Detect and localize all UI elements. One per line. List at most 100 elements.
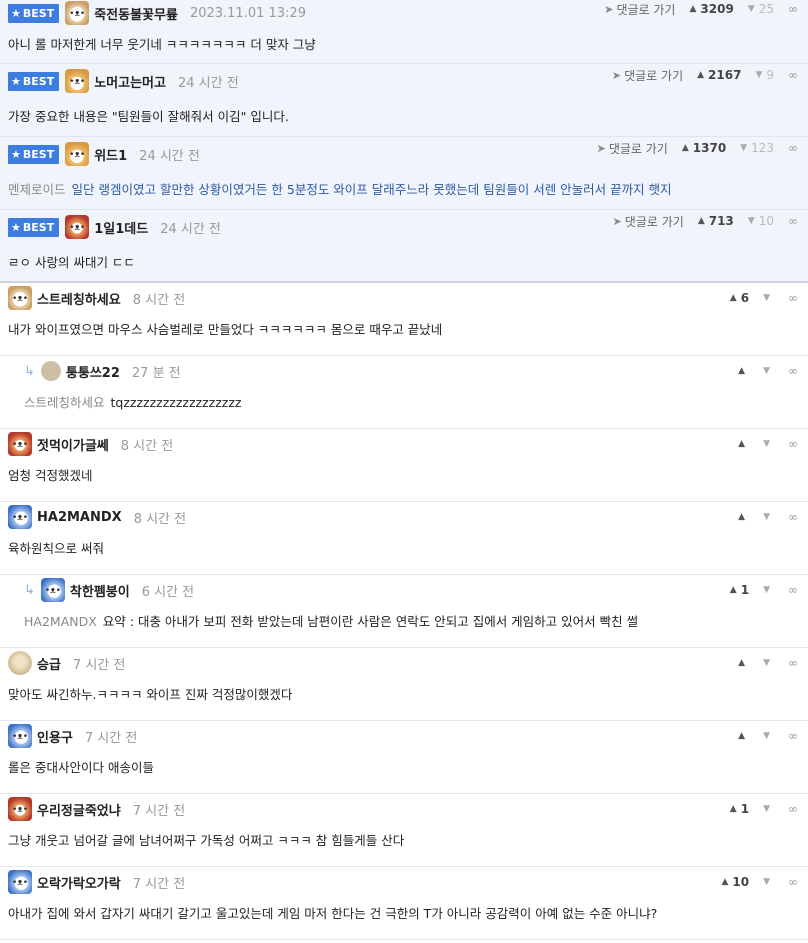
dislike-button[interactable]: ▼ bbox=[763, 804, 774, 814]
reply-arrow-icon: ↳ bbox=[24, 363, 35, 379]
dislike-button[interactable]: ▼ bbox=[763, 658, 774, 668]
like-button[interactable]: ▲ bbox=[738, 366, 749, 376]
link-icon[interactable]: ∞ bbox=[788, 68, 798, 82]
like-button[interactable]: ▲ bbox=[738, 512, 749, 522]
avatar-face-icon: •ᴥ• bbox=[69, 76, 86, 87]
link-icon[interactable]: ∞ bbox=[788, 729, 798, 743]
thumbs-down-icon: ▼ bbox=[763, 585, 770, 595]
comment-item: ★ BEST •ᴥ• 1일1데드 24 시간 전 ➤ 댓글로 가기 ▲ 713 ▼ 10 ∞ ㄹㅇ 사랑… bbox=[0, 210, 808, 283]
dislike-button[interactable]: ▼ bbox=[763, 366, 774, 376]
nickname[interactable]: 젓먹이가글쎄 bbox=[37, 435, 109, 454]
link-icon[interactable]: ∞ bbox=[788, 656, 798, 670]
go-to-comment-link[interactable]: ➤ 댓글로 가기 bbox=[613, 213, 684, 230]
avatar[interactable]: •ᴥ• bbox=[65, 215, 90, 239]
like-count: 2167 bbox=[708, 68, 742, 82]
avatar-face-icon: •ᴥ• bbox=[69, 149, 86, 160]
mention[interactable]: HA2MANDX bbox=[24, 614, 97, 629]
comment-header: •ᴥ• 오락가락오가락 7 시간 전 bbox=[8, 867, 185, 897]
nickname[interactable]: 노머고는머고 bbox=[94, 72, 166, 91]
timestamp: 27 분 전 bbox=[131, 365, 181, 381]
comment-text: 그냥 개웃고 넘어갈 글에 남녀어쩌구 가독성 어쩌고 ㅋㅋㅋ 참 힘들게들 산… bbox=[8, 833, 405, 848]
nickname[interactable]: 인용구 bbox=[37, 727, 73, 746]
link-icon[interactable]: ∞ bbox=[788, 875, 798, 889]
avatar[interactable] bbox=[40, 361, 61, 381]
comment-body: 아니 롤 마저한게 너무 웃기네 ㅋㅋㅋㅋㅋㅋㅋ 더 맞자 그냥 bbox=[8, 34, 316, 53]
nickname[interactable]: 우리정글죽었냐 bbox=[37, 800, 121, 819]
comment-actions: ➤ 댓글로 가기 ▲ 1370 ▼ 123 ∞ bbox=[597, 133, 798, 163]
dislike-button[interactable]: ▼ bbox=[763, 512, 774, 522]
link-icon[interactable]: ∞ bbox=[788, 214, 798, 228]
nickname[interactable]: 착한펨붕이 bbox=[70, 581, 130, 600]
avatar[interactable]: •ᴥ• bbox=[8, 724, 32, 748]
avatar[interactable] bbox=[8, 651, 32, 675]
link-icon[interactable]: ∞ bbox=[788, 2, 798, 16]
go-to-comment-link[interactable]: ➤ 댓글로 가기 bbox=[612, 67, 683, 84]
dislike-button[interactable]: ▼ 25 bbox=[748, 2, 774, 16]
dislike-button[interactable]: ▼ 10 bbox=[748, 214, 774, 228]
avatar[interactable]: •ᴥ• bbox=[65, 1, 90, 25]
avatar[interactable]: •ᴥ• bbox=[8, 286, 32, 310]
avatar[interactable]: •ᴥ• bbox=[8, 870, 32, 894]
comment-text: tqzzzzzzzzzzzzzzzzzz bbox=[110, 395, 242, 410]
thumbs-down-icon: ▼ bbox=[747, 4, 755, 14]
nickname[interactable]: 오락가락오가락 bbox=[37, 873, 121, 892]
link-icon[interactable]: ∞ bbox=[788, 510, 798, 524]
dislike-button[interactable]: ▼ bbox=[763, 293, 774, 303]
link-icon[interactable]: ∞ bbox=[788, 141, 798, 155]
avatar[interactable]: •ᴥ• bbox=[8, 432, 32, 456]
like-button[interactable]: ▲ 6 bbox=[730, 291, 749, 305]
like-button[interactable]: ▲ 1 bbox=[730, 802, 749, 816]
dislike-button[interactable]: ▼ bbox=[763, 585, 774, 595]
nickname[interactable]: 죽전동불꽃무륲 bbox=[94, 4, 178, 23]
like-button[interactable]: ▲ 2167 bbox=[697, 68, 741, 82]
dislike-button[interactable]: ▼ bbox=[763, 439, 774, 449]
comment-header: •ᴥ• 우리정글죽었냐 7 시간 전 bbox=[8, 794, 185, 824]
avatar[interactable]: •ᴥ• bbox=[8, 797, 32, 821]
nickname[interactable]: 승급 bbox=[37, 654, 61, 673]
like-button[interactable]: ▲ 10 bbox=[721, 875, 749, 889]
avatar[interactable]: •ᴥ• bbox=[65, 69, 90, 93]
like-button[interactable]: ▲ 1 bbox=[730, 583, 749, 597]
avatar[interactable]: •ᴥ• bbox=[8, 505, 32, 529]
mention[interactable]: 멘제로이드 bbox=[8, 182, 66, 197]
dislike-button[interactable]: ▼ 123 bbox=[740, 141, 774, 155]
link-icon[interactable]: ∞ bbox=[788, 437, 798, 451]
thumbs-down-icon: ▼ bbox=[763, 512, 770, 522]
go-to-comment-link[interactable]: ➤ 댓글로 가기 bbox=[597, 140, 668, 157]
link-icon[interactable]: ∞ bbox=[788, 291, 798, 305]
like-button[interactable]: ▲ bbox=[738, 658, 749, 668]
timestamp: 7 시간 전 bbox=[72, 657, 126, 673]
thumbs-up-icon: ▲ bbox=[738, 512, 746, 522]
avatar-face-icon: •ᴥ• bbox=[44, 585, 61, 596]
link-icon[interactable]: ∞ bbox=[788, 802, 798, 816]
nickname[interactable]: 퉁퉁쓰22 bbox=[66, 362, 120, 381]
like-count: 6 bbox=[740, 291, 750, 305]
like-count: 1 bbox=[740, 802, 750, 816]
go-to-comment-label: 댓글로 가기 bbox=[624, 214, 684, 229]
avatar-face-icon: •ᴥ• bbox=[11, 439, 29, 450]
like-button[interactable]: ▲ 1370 bbox=[682, 141, 726, 155]
nickname[interactable]: HA2MANDX bbox=[37, 510, 122, 525]
dislike-button[interactable]: ▼ 9 bbox=[755, 68, 774, 82]
like-button[interactable]: ▲ 713 bbox=[698, 214, 734, 228]
dislike-button[interactable]: ▼ bbox=[763, 731, 774, 741]
star-icon: ★ bbox=[11, 74, 21, 88]
avatar[interactable]: •ᴥ• bbox=[65, 142, 90, 166]
nickname[interactable]: 위드1 bbox=[94, 145, 127, 164]
timestamp: 24 시간 전 bbox=[139, 148, 200, 164]
comment-actions: ▲ 6 ▼ ∞ bbox=[730, 283, 798, 313]
like-button[interactable]: ▲ bbox=[738, 439, 749, 449]
nickname[interactable]: 1일1데드 bbox=[94, 218, 148, 237]
link-icon[interactable]: ∞ bbox=[788, 364, 798, 378]
dislike-button[interactable]: ▼ bbox=[763, 877, 774, 887]
link-icon[interactable]: ∞ bbox=[788, 583, 798, 597]
comment-item: 승급 7 시간 전 ▲ ▼ ∞ 맞아도 싸긴하누.ㅋㅋㅋㅋ 와이프 진짜 걱정많이했겠다 bbox=[0, 648, 808, 721]
go-to-comment-link[interactable]: ➤ 댓글로 가기 bbox=[604, 1, 675, 18]
like-button[interactable]: ▲ bbox=[738, 731, 749, 741]
thumbs-down-icon: ▼ bbox=[763, 877, 770, 887]
nickname[interactable]: 스트레칭하세요 bbox=[37, 289, 121, 308]
mention[interactable]: 스트레칭하세요 bbox=[24, 395, 105, 410]
avatar[interactable]: •ᴥ• bbox=[40, 578, 65, 602]
thumbs-up-icon: ▲ bbox=[697, 216, 705, 226]
like-button[interactable]: ▲ 3209 bbox=[689, 2, 733, 16]
